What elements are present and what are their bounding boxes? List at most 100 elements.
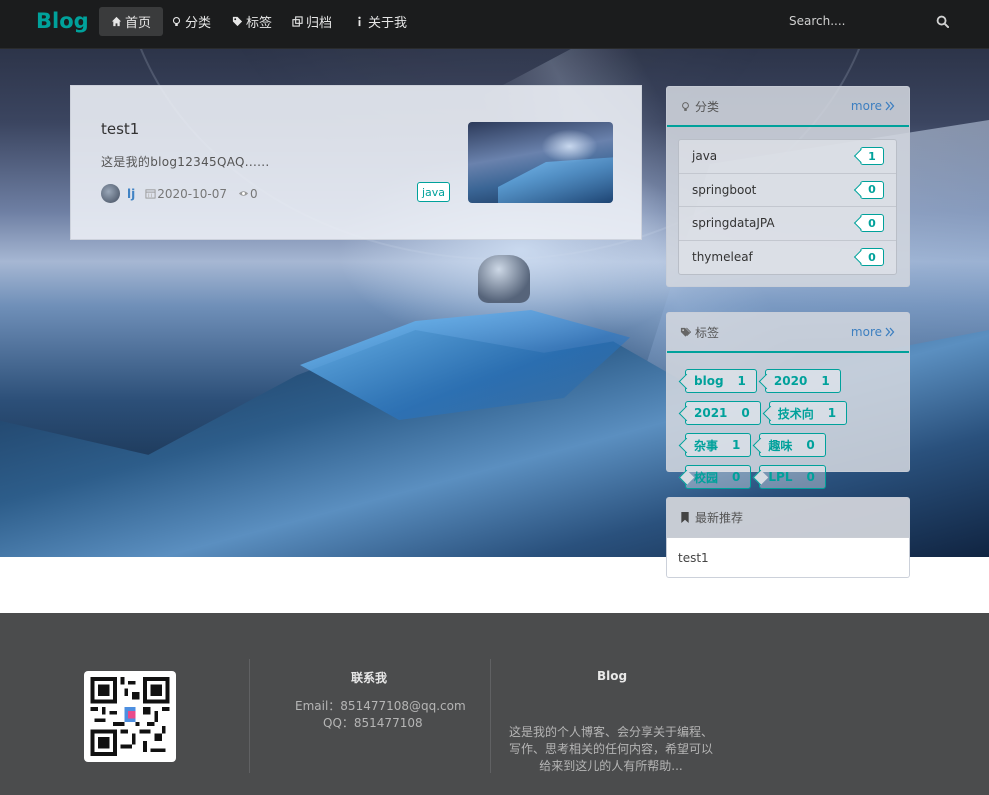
footer-divider [490,659,491,773]
category-panel: 分类 more java 1 springboot 0 springdataJP… [666,86,910,287]
idea-icon [172,17,181,26]
qr-code-image [84,671,176,762]
idea-icon [682,101,689,111]
category-name: springboot [692,182,757,197]
category-more-link[interactable]: more [851,99,895,113]
tags-icon [232,16,243,27]
about-title: Blog [597,669,628,683]
tag-panel-title: 标签 [695,325,720,340]
tag-name: 杂事 [694,438,719,453]
eye-icon [238,191,249,196]
blog-date: 2020-10-07 [157,186,227,201]
avatar [101,184,120,203]
qr-code-graphic [90,677,170,756]
contact-qq: QQ：851477108 [323,716,423,730]
tag-count: 0 [806,438,815,452]
category-item[interactable]: springdataJPA 0 [679,207,896,241]
category-count-badge: 1 [860,147,884,166]
bookmark-icon [681,512,689,523]
blog-thumbnail[interactable] [468,122,613,203]
blog-card: test1 这是我的blog12345QAQ...... lj 2020-10-… [70,85,642,240]
tag-more-link[interactable]: more [851,325,895,339]
nav-item-category[interactable]: 分类 [159,7,223,36]
tags-icon [680,327,691,337]
double-angle-right-icon [885,101,895,111]
blog-meta: lj 2020-10-07 0 [101,184,258,203]
tag-name: 技术向 [777,406,814,421]
nav-item-label: 首页 [125,16,152,31]
clone-icon [292,16,303,27]
contact-title: 联系我 [351,671,388,685]
calendar-icon [145,189,156,199]
tag-chip[interactable]: 校园 0 [685,465,752,489]
blog-excerpt: 这是我的blog12345QAQ...... [101,155,270,169]
astronaut-figure [478,255,530,303]
tag-chip[interactable]: 2020 1 [764,369,841,393]
view-count: 0 [238,187,258,201]
category-panel-title: 分类 [695,99,720,114]
category-count-badge: 0 [860,180,884,199]
category-item[interactable]: thymeleaf 0 [679,241,896,275]
category-panel-header: 分类 more [667,87,909,127]
home-icon [111,16,122,27]
author-link[interactable]: lj [127,187,135,201]
tag-chip[interactable]: 2021 0 [685,401,761,425]
tag-count: 0 [741,406,750,420]
recommend-item[interactable]: test1 [678,551,898,565]
brand-logo[interactable]: Blog [36,9,89,33]
top-nav: Blog 首页 分类 标签 归档 关于我 [0,0,989,49]
category-name: springdataJPA [692,216,775,231]
nav-item-label: 分类 [185,16,212,31]
tag-list: blog 1 2020 1 2021 0 技术向 1 杂事 1 趣味 0 校园 0 LPL 0 [667,353,909,497]
tag-name: 校园 [694,470,719,485]
footer: 联系我 Email：851477108@qq.com QQ：851477108 … [0,613,989,795]
tag-chip[interactable]: 趣味 0 [759,433,826,457]
recommend-panel: 最新推荐 test1 [666,497,910,578]
more-label: more [850,325,882,339]
tag-name: 趣味 [768,438,793,453]
tag-chip[interactable]: 技术向 1 [768,401,848,425]
tag-count: 1 [737,374,746,388]
tag-count: 1 [827,406,837,420]
nav-item-tags[interactable]: 标签 [220,7,284,36]
search-input[interactable] [781,14,921,28]
tag-panel-header: 标签 more [667,313,909,353]
footer-divider [249,659,250,773]
tag-count: 1 [732,438,741,452]
more-label: more [850,99,882,113]
blog-title[interactable]: test1 [101,120,139,138]
nav-item-home[interactable]: 首页 [99,7,164,36]
search-box [781,8,959,34]
nav-item-label: 标签 [246,16,273,31]
category-list: java 1 springboot 0 springdataJPA 0 thym… [678,139,897,275]
search-icon[interactable] [936,15,949,28]
recommend-panel-title: 最新推荐 [695,511,744,525]
tag-panel: 标签 more blog 1 2020 1 2021 0 技术向 1 杂事 1 趣味 0 校… [666,312,910,489]
nav-item-label: 关于我 [368,16,408,31]
blog-category-tag[interactable]: java [417,182,451,202]
tag-chip[interactable]: LPL 0 [759,465,826,489]
category-item[interactable]: java 1 [679,140,896,174]
nav-item-archive[interactable]: 归档 [280,7,344,36]
info-icon [358,16,361,27]
tag-count: 1 [821,374,830,388]
tag-chip[interactable]: blog 1 [685,369,757,393]
category-name: java [692,149,718,164]
nav-item-label: 归档 [306,16,333,31]
nav-item-about[interactable]: 关于我 [342,7,419,36]
tag-name: LPL [768,470,793,484]
category-name: thymeleaf [692,250,753,265]
tag-chip[interactable]: 杂事 1 [685,433,752,457]
recommend-list: test1 [667,538,909,577]
category-count-badge: 0 [860,214,884,233]
recommend-panel-header: 最新推荐 [667,498,909,538]
double-angle-right-icon [885,327,895,337]
category-item[interactable]: springboot 0 [679,174,896,207]
contact-email[interactable]: Email：851477108@qq.com [295,697,466,714]
about-text: 这是我的个人博客、会分享关于编程、写作、思考相关的任何内容，希望可以给来到这儿的… [508,725,713,773]
view-count-value: 0 [249,186,258,201]
tag-count: 0 [806,470,815,484]
tag-name: 2021 [694,406,728,420]
tag-name: 2020 [773,374,808,388]
tag-name: blog [694,374,724,388]
